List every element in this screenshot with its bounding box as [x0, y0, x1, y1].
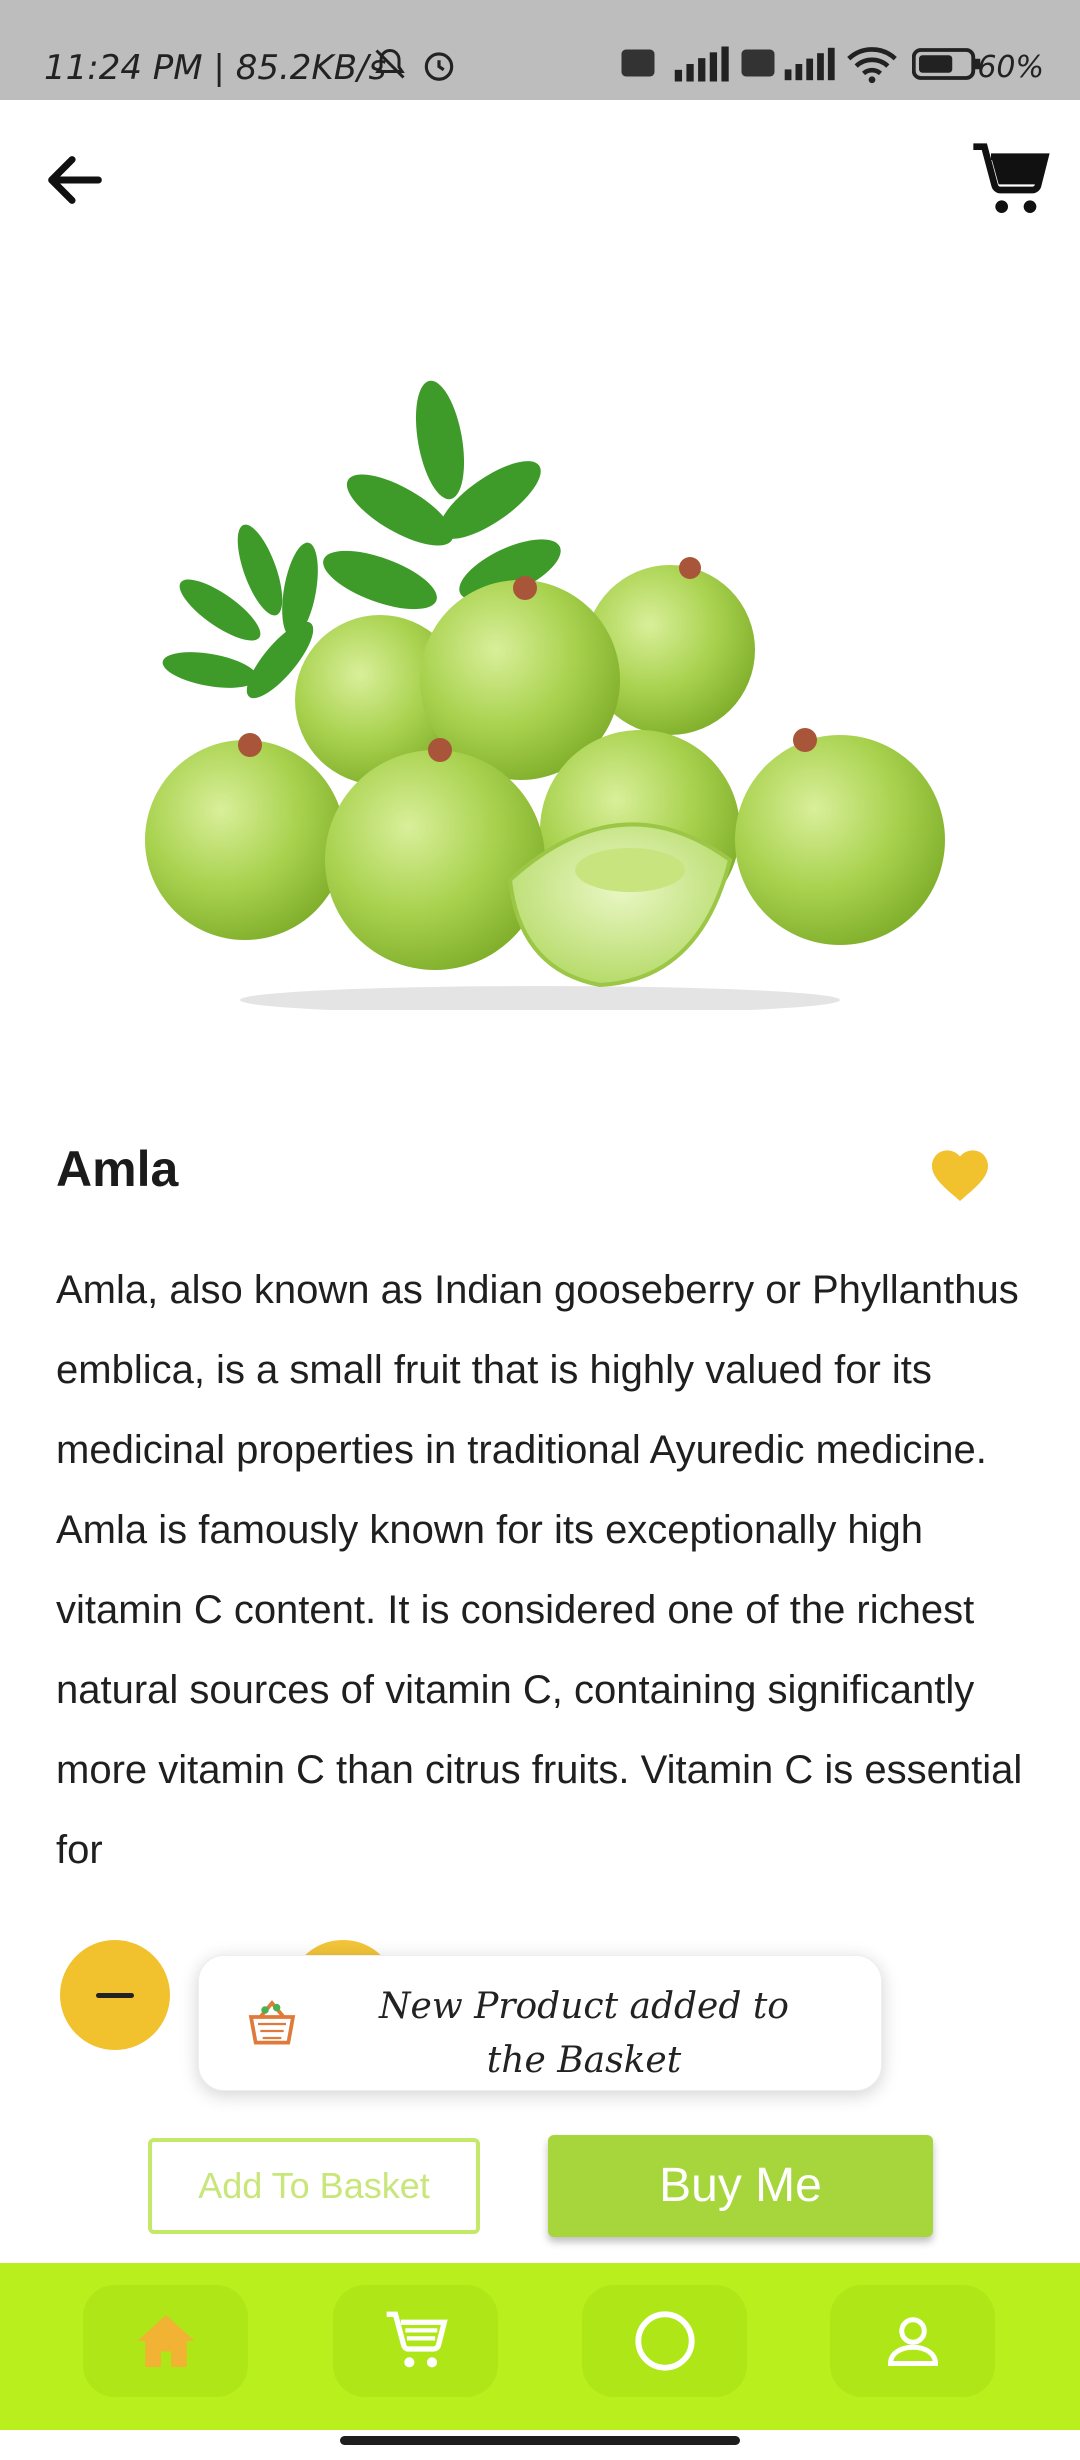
- cart-button[interactable]: [970, 140, 1050, 220]
- arrow-left-icon: [48, 156, 102, 204]
- profile-icon: [887, 2317, 938, 2366]
- mute-bell-icon: [372, 46, 408, 87]
- nav-cart[interactable]: [333, 2285, 498, 2397]
- alarm-icon: [420, 46, 458, 89]
- status-bar: 11:24 PM | 85.2KB/s 60%: [0, 0, 1080, 100]
- signal-4g-icon: [666, 46, 736, 87]
- status-time: 11:24 PM | 85.2KB/s: [44, 48, 387, 88]
- battery-icon: [911, 46, 982, 87]
- cart-icon: [386, 2311, 448, 2368]
- battery-percent: 60%: [977, 50, 1044, 85]
- nav-home[interactable]: [83, 2285, 248, 2397]
- product-image: [100, 360, 980, 1014]
- product-title: Amla: [56, 1141, 179, 1197]
- add-to-basket-button[interactable]: Add To Basket: [148, 2138, 480, 2234]
- favorite-button[interactable]: [928, 1145, 992, 1201]
- app-bar: [0, 100, 1080, 255]
- heart-icon: [932, 1150, 988, 1201]
- volte-icon-2: [740, 46, 776, 85]
- toast-message: New Product added to the Basket: [379, 1986, 789, 2081]
- circle-icon: [634, 2311, 695, 2371]
- nav-circle[interactable]: [582, 2285, 747, 2397]
- toast-notification: New Product added to the Basket: [198, 1955, 882, 2091]
- bottom-navigation: [0, 2263, 1080, 2430]
- nav-profile[interactable]: [830, 2285, 995, 2397]
- cart-icon: [973, 143, 1050, 213]
- signal-icon: [782, 46, 836, 87]
- basket-icon: [244, 1996, 300, 2052]
- decrease-quantity-button[interactable]: [60, 1940, 170, 2050]
- gesture-bar[interactable]: [340, 2436, 740, 2445]
- product-description: Amla, also known as Indian gooseberry or…: [56, 1268, 1023, 1872]
- volte-icon: [620, 46, 656, 85]
- back-button[interactable]: [40, 145, 120, 215]
- wifi-icon: [846, 46, 898, 89]
- home-icon: [137, 2315, 194, 2367]
- buy-me-button[interactable]: Buy Me: [548, 2135, 933, 2237]
